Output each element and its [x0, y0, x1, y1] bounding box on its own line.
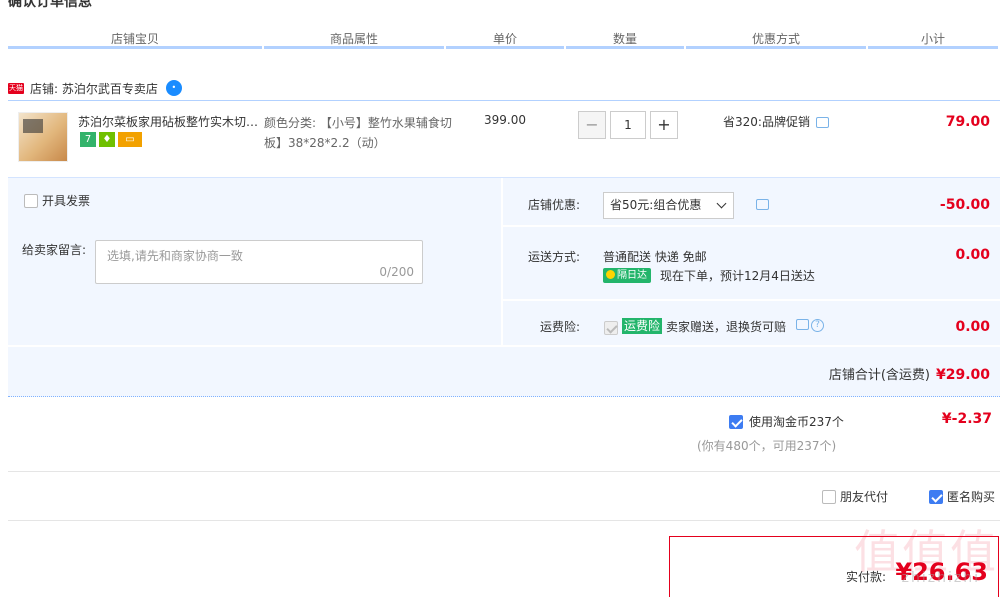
coin-checkbox[interactable]	[729, 414, 743, 429]
insurance-label: 运费险:	[539, 320, 580, 334]
product-attributes: 颜色分类: 【小号】整竹水果辅食切板】38*28*2.2（动）	[264, 116, 452, 150]
message-placeholder: 选填,请先和商家协商一致	[107, 249, 243, 263]
anonymous-buy-label: 匿名购买	[947, 490, 996, 504]
qty-increase-button[interactable]: +	[650, 111, 678, 139]
shipping-label: 运送方式:	[527, 250, 580, 264]
friend-pay-label: 朋友代付	[840, 490, 889, 504]
invoice-checkbox[interactable]	[24, 193, 38, 208]
shipping-amount: 0.00	[955, 247, 990, 263]
divider	[8, 471, 1000, 472]
qty-decrease-button[interactable]: −	[578, 111, 606, 139]
shop-row: 天猫 店铺: 苏泊尔武百专卖店 •	[8, 78, 182, 98]
comment-icon[interactable]	[815, 117, 829, 128]
invoice-option[interactable]: 开具发票	[24, 192, 90, 209]
anonymous-buy-checkbox[interactable]	[929, 489, 943, 504]
shield-icon[interactable]: ♦	[99, 132, 115, 147]
divider	[501, 178, 503, 346]
shipping-eta: 现在下单，预计12月4日送达	[660, 269, 815, 283]
divider	[8, 520, 1000, 521]
product-thumbnail[interactable]	[18, 112, 68, 162]
col-underline	[566, 46, 684, 49]
friend-pay-checkbox[interactable]	[822, 489, 836, 504]
insurance-checkbox	[604, 320, 618, 335]
anonymous-buy-option[interactable]: 匿名购买	[929, 488, 995, 505]
message-label: 给卖家留言:	[22, 243, 87, 257]
discount-amount: -50.00	[939, 197, 990, 213]
lightning-icon	[606, 270, 615, 279]
divider	[503, 225, 1000, 227]
help-icon[interactable]: ?	[811, 319, 824, 332]
chat-seller-icon[interactable]: •	[165, 80, 182, 96]
message-counter: 0/200	[379, 265, 414, 279]
insurance-badge: 运费险	[622, 318, 663, 334]
qty-input[interactable]: 1	[610, 111, 646, 139]
unit-price: 399.00	[484, 113, 526, 127]
comment-icon[interactable]	[796, 319, 809, 330]
discount-label: 店铺优惠:	[527, 198, 580, 212]
col-underline	[868, 46, 998, 49]
divider	[8, 100, 1000, 101]
chevron-down-icon	[716, 198, 727, 209]
col-underline	[8, 46, 262, 49]
tmall-icon: 天猫	[8, 82, 24, 94]
shipping-method: 普通配送 快递 免邮	[603, 250, 707, 264]
discount-select[interactable]: 省50元:组合优惠	[603, 192, 734, 219]
card-icon[interactable]: ▭	[118, 132, 142, 147]
shop-total-label: 店铺合计(含运费)	[828, 368, 930, 383]
product-title[interactable]: 苏泊尔菜板家用砧板整竹实木切菜板	[78, 113, 260, 130]
promo-info: 省320:品牌促销	[723, 113, 829, 130]
service-icons: 7 ♦ ▭	[80, 132, 142, 147]
comment-icon[interactable]	[756, 199, 769, 210]
message-input[interactable]: 选填,请先和商家协商一致 0/200	[95, 240, 423, 284]
insurance-text: 卖家赠送，退换货可赔	[666, 320, 787, 334]
shop-total: 店铺合计(含运费) ¥29.00	[829, 364, 990, 383]
insurance-amount: 0.00	[955, 319, 990, 335]
shop-total-value: ¥29.00	[935, 367, 990, 383]
divider	[8, 345, 1000, 347]
col-underline	[264, 46, 444, 49]
quantity-stepper: − 1 +	[578, 111, 678, 139]
watermark-text: zhizhizhi	[901, 570, 980, 586]
seven-day-return-icon[interactable]: 7	[80, 132, 96, 147]
coin-option[interactable]: 使用淘金币237个	[729, 413, 844, 430]
coin-note: (你有480个，可用237个)	[697, 439, 837, 453]
friend-pay-option[interactable]: 朋友代付	[822, 488, 888, 505]
divider	[503, 299, 1000, 301]
promo-text: 省320:品牌促销	[723, 115, 810, 129]
discount-selected: 省50元:组合优惠	[610, 198, 702, 212]
item-subtotal: 79.00	[945, 114, 990, 130]
insurance-icons: ?	[796, 319, 824, 332]
coin-label: 使用淘金币237个	[749, 415, 844, 429]
coin-amount: ¥-2.37	[941, 411, 992, 427]
page-title: 确认订单信息	[8, 0, 92, 10]
next-day-badge: 隔日达	[603, 268, 651, 283]
col-underline	[686, 46, 866, 49]
col-underline	[446, 46, 564, 49]
shop-name[interactable]: 店铺: 苏泊尔武百专卖店	[30, 80, 158, 97]
invoice-label: 开具发票	[42, 194, 91, 208]
